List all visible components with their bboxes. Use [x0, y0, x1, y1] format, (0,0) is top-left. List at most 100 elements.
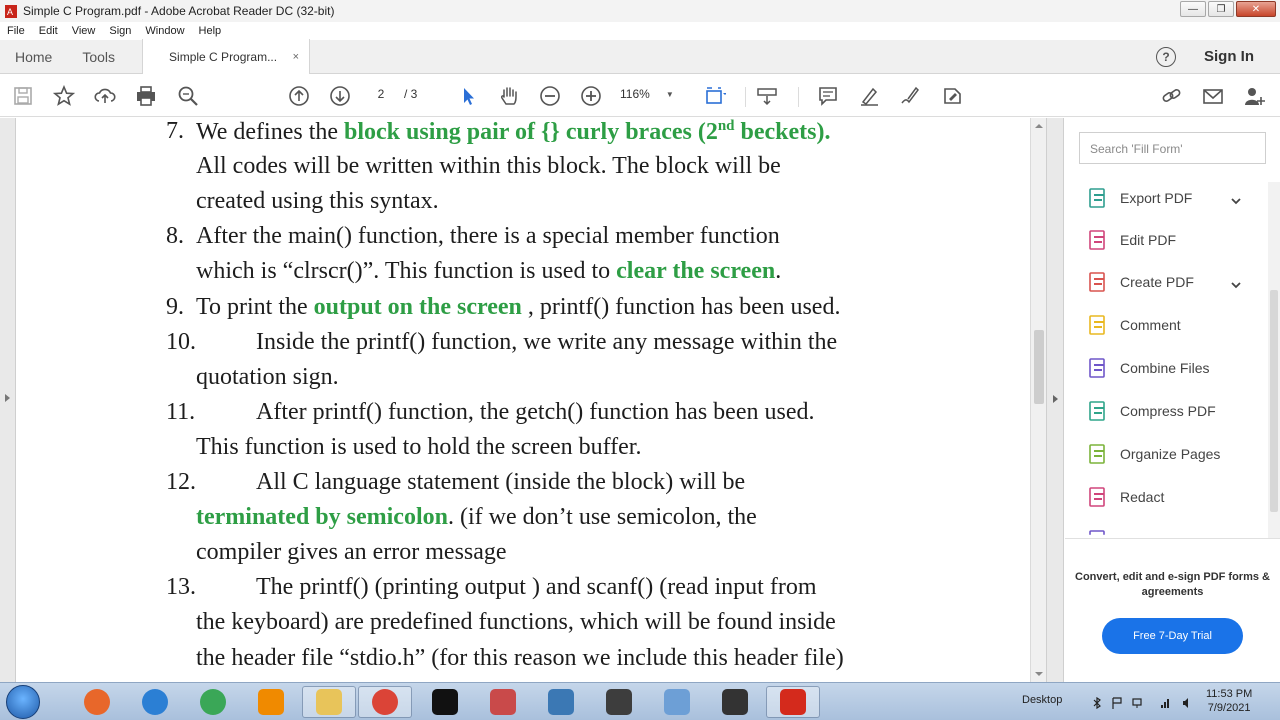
- highlighted-text: nd: [717, 118, 735, 134]
- previous-page-icon[interactable]: [287, 84, 311, 108]
- print-icon[interactable]: [134, 84, 158, 108]
- tool-edit-pdf[interactable]: Edit PDF: [1087, 227, 1176, 253]
- document-scrollbar[interactable]: [1030, 118, 1046, 682]
- right-pane-toggle[interactable]: [1046, 118, 1064, 682]
- upload-cloud-icon[interactable]: [93, 84, 117, 108]
- page-number-input[interactable]: 2: [366, 86, 396, 102]
- volume-icon[interactable]: [1182, 696, 1192, 708]
- flag-icon[interactable]: [1112, 696, 1122, 709]
- menu-view[interactable]: View: [72, 25, 96, 37]
- bluetooth-icon[interactable]: [1092, 696, 1102, 710]
- tool-label: Redact: [1120, 489, 1165, 505]
- list-number: 12.: [166, 469, 196, 495]
- taskbar-internet-explorer[interactable]: [128, 686, 182, 718]
- chevron-down-icon[interactable]: [1231, 277, 1241, 289]
- system-clock[interactable]: 11:53 PM 7/9/2021: [1206, 687, 1252, 715]
- tab-home[interactable]: Home: [0, 40, 67, 74]
- chevron-down-icon[interactable]: [1231, 193, 1241, 205]
- fill-sign-icon[interactable]: [940, 84, 964, 108]
- text-run: We defines the: [196, 119, 345, 145]
- tool-create-pdf[interactable]: Create PDF: [1087, 269, 1194, 295]
- find-icon[interactable]: [176, 84, 200, 108]
- document-text-line: We defines the block using pair of {} cu…: [196, 118, 831, 146]
- command-prompt-icon: [432, 689, 458, 715]
- tab-close-icon[interactable]: ×: [293, 51, 299, 63]
- tab-tools[interactable]: Tools: [67, 40, 130, 74]
- scroll-down-icon[interactable]: [1035, 672, 1043, 676]
- zoom-select[interactable]: 116% ▼: [620, 87, 674, 101]
- taskbar-command-prompt[interactable]: [418, 686, 472, 718]
- taskbar-snipping-tool[interactable]: [476, 686, 530, 718]
- free-trial-button[interactable]: Free 7-Day Trial: [1102, 618, 1243, 654]
- comment-icon: [1089, 315, 1105, 335]
- network-icon[interactable]: [1160, 696, 1170, 708]
- menu-file[interactable]: File: [7, 25, 25, 37]
- tab-document[interactable]: Simple C Program... ×: [142, 39, 311, 74]
- desktop-toolbar[interactable]: Desktop: [1022, 694, 1062, 706]
- taskbar-sublime-text[interactable]: [592, 686, 646, 718]
- taskbar-chrome[interactable]: [186, 686, 240, 718]
- star-icon[interactable]: [52, 84, 76, 108]
- tool-comment[interactable]: Comment: [1087, 312, 1181, 338]
- document-text-line: After printf() function, the getch() fun…: [256, 399, 814, 426]
- scrollbar-thumb[interactable]: [1034, 330, 1044, 404]
- share-link-icon[interactable]: [1160, 84, 1184, 108]
- minimize-button[interactable]: —: [1180, 1, 1206, 17]
- highlighted-text: output on the screen: [313, 293, 522, 320]
- taskbar-paint[interactable]: [650, 686, 704, 718]
- tool-compress-pdf[interactable]: Compress PDF: [1087, 398, 1216, 424]
- left-pane-toggle[interactable]: [0, 118, 16, 682]
- tool-combine-files[interactable]: Combine Files: [1087, 355, 1209, 381]
- sign-pen-icon[interactable]: [898, 84, 922, 108]
- document-text-line: the header file “stdio.h” (for this reas…: [196, 645, 844, 672]
- taskbar-python[interactable]: [534, 686, 588, 718]
- select-cursor-icon[interactable]: [456, 84, 480, 108]
- next-page-icon[interactable]: [328, 84, 352, 108]
- maximize-button[interactable]: ❐: [1208, 1, 1234, 17]
- panel-scrollbar-thumb[interactable]: [1270, 290, 1278, 512]
- ms-office-icon: [722, 689, 748, 715]
- fit-page-icon[interactable]: [703, 84, 727, 108]
- highlighted-text: beckets).: [734, 119, 831, 145]
- save-icon[interactable]: [11, 84, 35, 108]
- combine-files-icon: [1089, 358, 1105, 378]
- tool-organize-pages[interactable]: Organize Pages: [1087, 441, 1220, 467]
- help-icon[interactable]: ?: [1156, 47, 1176, 67]
- zoom-out-icon[interactable]: [538, 84, 562, 108]
- text-run: To print the: [196, 293, 314, 320]
- scroll-up-icon[interactable]: [1035, 124, 1043, 128]
- document-text-line: All C language statement (inside the blo…: [256, 469, 745, 496]
- highlight-pen-icon[interactable]: [857, 84, 881, 108]
- zoom-in-icon[interactable]: [579, 84, 603, 108]
- comment-icon[interactable]: [816, 84, 840, 108]
- taskbar-firefox[interactable]: [70, 686, 124, 718]
- taskbar-ms-office[interactable]: [708, 686, 762, 718]
- scroll-mode-icon[interactable]: [755, 84, 779, 108]
- file-explorer-icon: [316, 689, 342, 715]
- list-number: 8.: [166, 223, 184, 250]
- document-text-line: compiler gives an error message: [196, 539, 507, 566]
- add-user-icon[interactable]: [1242, 84, 1266, 108]
- tool-export-pdf[interactable]: Export PDF: [1087, 185, 1192, 211]
- start-button[interactable]: [6, 685, 40, 719]
- close-window-button[interactable]: ✕: [1236, 1, 1276, 17]
- taskbar-vlc[interactable]: [244, 686, 298, 718]
- menu-help[interactable]: Help: [199, 25, 222, 37]
- menu-sign[interactable]: Sign: [109, 25, 131, 37]
- menu-window[interactable]: Window: [145, 25, 184, 37]
- email-icon[interactable]: [1201, 84, 1225, 108]
- tool-redact[interactable]: Redact: [1087, 484, 1164, 510]
- menu-edit[interactable]: Edit: [39, 25, 58, 37]
- taskbar-acrobat-reader[interactable]: [766, 686, 820, 718]
- text-run: quotation sign.: [196, 363, 339, 390]
- taskbar-file-explorer[interactable]: [302, 686, 356, 718]
- display-icon[interactable]: [1132, 696, 1142, 708]
- text-run: After printf() function, the getch() fun…: [256, 398, 815, 425]
- hand-tool-icon[interactable]: [497, 84, 521, 108]
- search-fill-form-input[interactable]: Search 'Fill Form': [1079, 132, 1266, 164]
- create-pdf-icon: [1089, 272, 1105, 292]
- document-view[interactable]: 7. We defines the block using pair of {} …: [17, 118, 1030, 682]
- taskbar-chrome[interactable]: [358, 686, 412, 718]
- sign-in-link[interactable]: Sign In: [1204, 48, 1254, 65]
- panel-scrollbar[interactable]: [1268, 182, 1280, 538]
